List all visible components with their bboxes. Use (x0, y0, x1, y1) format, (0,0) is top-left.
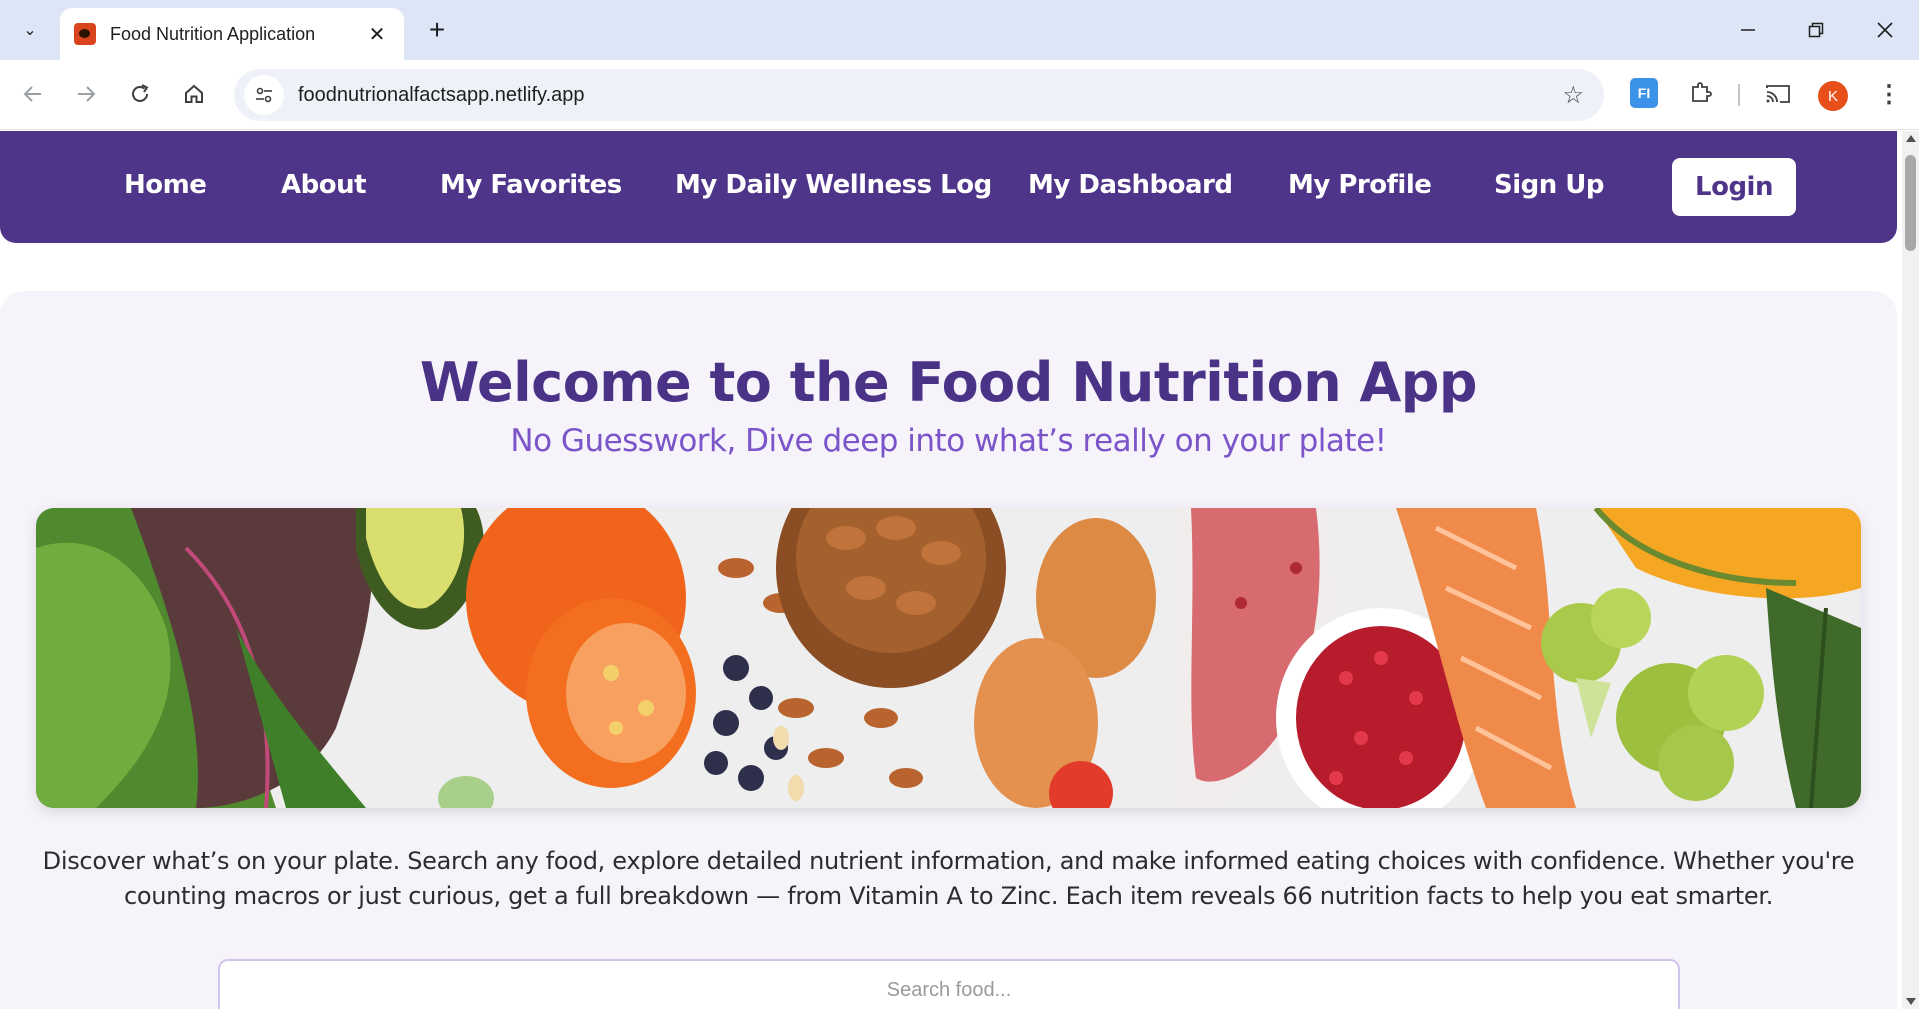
site-info-button[interactable] (244, 75, 284, 115)
browser-tab[interactable]: Food Nutrition Application ✕ (60, 8, 404, 60)
toolbar-divider (1738, 84, 1740, 106)
scroll-up-arrow-icon[interactable] (1906, 135, 1916, 142)
nav-link-my-favorites[interactable]: My Favorites (440, 163, 622, 207)
page-title: Welcome to the Food Nutrition App (419, 351, 1478, 414)
food-banner-image (36, 508, 1861, 808)
intro-description: Discover what’s on your plate. Search an… (42, 847, 1855, 910)
new-tab-button[interactable]: + (420, 14, 454, 48)
tab-title: Food Nutrition Application (110, 23, 316, 44)
arrow-right-icon (78, 86, 96, 102)
welcome-section: Welcome to the Food Nutrition App No Gue… (0, 291, 1897, 1009)
bookmark-star-icon[interactable]: ☆ (1562, 81, 1584, 110)
profile-avatar[interactable]: K (1818, 81, 1848, 111)
extensions-button[interactable] (1683, 74, 1719, 110)
nav-link-home[interactable]: Home (124, 163, 207, 207)
site-navbar: Home About My Favorites My Daily Wellnes… (0, 131, 1897, 243)
home-icon (185, 84, 203, 103)
minimize-window-button[interactable] (1726, 10, 1770, 50)
restore-window-button[interactable] (1794, 10, 1838, 50)
cast-button[interactable] (1758, 74, 1798, 114)
browser-tab-bar: ⌄ Food Nutrition Application ✕ + (0, 0, 1919, 60)
puzzle-icon (1692, 82, 1712, 102)
scroll-down-arrow-icon[interactable] (1906, 998, 1916, 1005)
chevron-down-icon: ⌄ (23, 22, 37, 39)
nav-link-about[interactable]: About (281, 163, 367, 207)
site-favicon-icon (74, 23, 96, 45)
restore-icon (1808, 22, 1824, 38)
nav-link-daily-wellness-log[interactable]: My Daily Wellness Log (675, 163, 992, 207)
home-button[interactable] (174, 74, 214, 114)
cast-icon (1766, 85, 1790, 103)
extension-fi-icon[interactable]: FI (1630, 78, 1658, 108)
nav-link-my-dashboard[interactable]: My Dashboard (1028, 163, 1233, 207)
browser-menu-icon[interactable]: ⋮ (1874, 74, 1904, 114)
minimize-icon (1741, 29, 1755, 31)
tune-icon (256, 87, 272, 103)
close-tab-icon[interactable]: ✕ (364, 22, 390, 47)
close-icon (1877, 22, 1893, 38)
scrollbar-thumb[interactable] (1905, 155, 1916, 251)
page-scrollbar[interactable] (1902, 131, 1919, 1009)
arrow-left-icon (23, 86, 41, 102)
page-subtitle: No Guesswork, Dive deep into what’s real… (510, 423, 1387, 459)
nav-link-sign-up[interactable]: Sign Up (1494, 163, 1605, 207)
login-button[interactable]: Login (1672, 158, 1796, 216)
page-viewport: Home About My Favorites My Daily Wellnes… (0, 131, 1919, 1009)
tab-search-button[interactable]: ⌄ (10, 12, 50, 48)
food-search-input[interactable]: Search food... (218, 959, 1680, 1009)
back-button[interactable] (13, 74, 53, 114)
forward-button[interactable] (66, 74, 106, 114)
browser-toolbar: foodnutrionalfactsapp.netlify.app ☆ FI K… (0, 60, 1919, 130)
reload-button[interactable] (120, 74, 160, 114)
reload-icon (132, 84, 149, 102)
close-window-button[interactable] (1863, 10, 1907, 50)
nav-link-my-profile[interactable]: My Profile (1288, 163, 1432, 207)
address-bar[interactable]: foodnutrionalfactsapp.netlify.app ☆ (234, 69, 1604, 121)
url-text[interactable]: foodnutrionalfactsapp.netlify.app (298, 84, 585, 107)
